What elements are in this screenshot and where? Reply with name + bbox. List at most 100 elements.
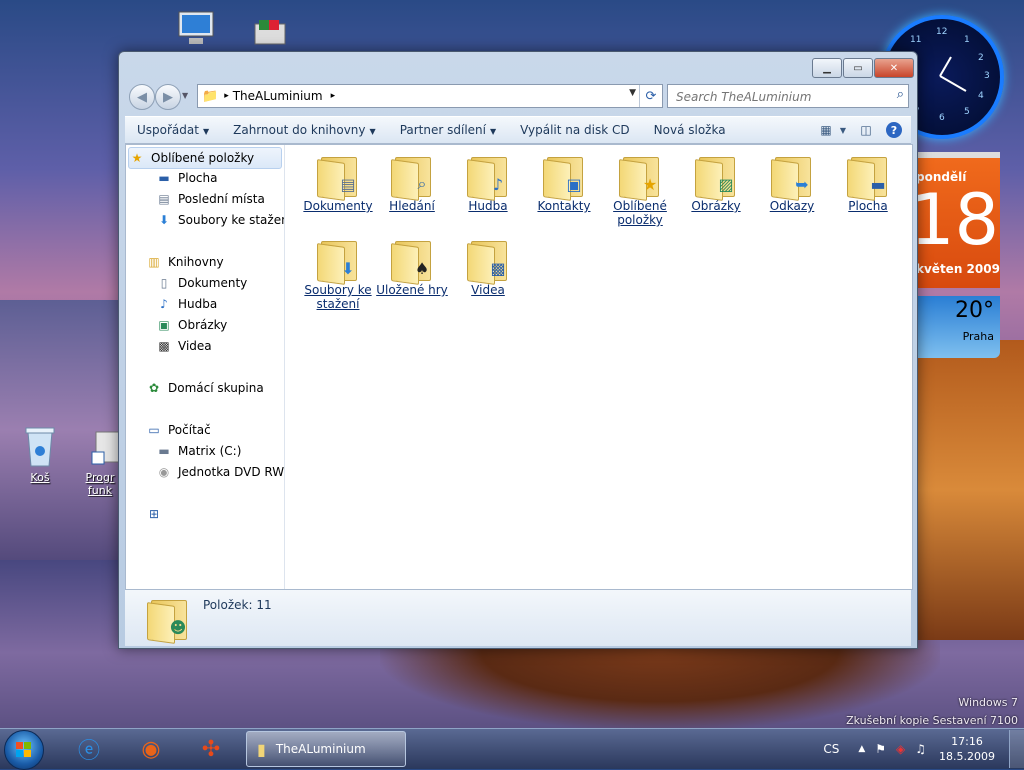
nav-label: Dokumenty — [178, 276, 248, 290]
folder-icon: ★ — [619, 153, 661, 201]
burn-button[interactable]: Vypálit na disk CD — [508, 123, 642, 137]
nav-downloads[interactable]: ⬇ Soubory ke stažení — [156, 210, 285, 230]
clock-number: 12 — [936, 27, 948, 37]
folder-label: Dokumenty — [303, 199, 373, 213]
address-bar[interactable]: 📁 ▸ TheALuminium ▸ ▼ ⟳ — [197, 84, 663, 108]
nav-lib-videos[interactable]: ▩ Videa — [156, 336, 212, 356]
folder-item[interactable]: ➥ Odkazy — [756, 153, 828, 213]
include-library-button[interactable]: Zahrnout do knihovny ▼ — [221, 123, 388, 137]
tray-clock[interactable]: 17:16 18.5.2009 — [939, 734, 995, 764]
forward-button[interactable]: ▶ — [155, 84, 181, 110]
folder-item[interactable]: ▬ Plocha — [832, 153, 904, 213]
view-dropdown-button[interactable]: ▼ — [837, 120, 849, 140]
folder-user-icon: ☻ — [147, 596, 189, 644]
minimize-button[interactable]: ▁ — [812, 58, 842, 78]
breadcrumb-current[interactable]: TheALuminium — [233, 89, 323, 103]
recent-pages-dropdown[interactable]: ▼ — [182, 91, 188, 100]
chevron-down-icon: ▼ — [369, 127, 376, 136]
nav-label: Hudba — [178, 297, 218, 311]
folder-icon: ▣ — [543, 153, 585, 201]
close-button[interactable]: ✕ — [874, 58, 914, 78]
search-icon[interactable]: ⌕ — [897, 87, 904, 102]
desktop-computer-icon[interactable] — [166, 10, 226, 51]
volume-icon[interactable]: ♫ — [915, 742, 926, 756]
folder-item[interactable]: ⬇ Soubory ke stažení — [302, 237, 374, 311]
folder-item[interactable]: ▤ Dokumenty — [302, 153, 374, 213]
folder-item[interactable]: ▨ Obrázky — [680, 153, 752, 213]
address-dropdown-icon[interactable]: ▼ — [629, 88, 636, 98]
refresh-button[interactable]: ⟳ — [639, 85, 662, 107]
folder-icon: ▬ — [847, 153, 889, 201]
nav-label: Soubory ke stažení — [178, 213, 285, 227]
clock-number: 11 — [910, 35, 922, 45]
weather-gadget[interactable]: 20° Praha — [916, 296, 1000, 358]
navigation-pane: ★ Oblíbené položky ▬ Plocha ▤ Poslední míst… — [126, 145, 285, 589]
refresh-icon: ⟳ — [645, 88, 657, 104]
nav-lib-pictures[interactable]: ▣ Obrázky — [156, 315, 227, 335]
breadcrumb-chevron-icon[interactable]: ▸ — [331, 91, 336, 101]
wallpaper-cliff — [900, 340, 1024, 640]
folder-item[interactable]: ♠ Uložené hry — [376, 237, 448, 297]
action-center-icon[interactable]: ⚑ — [875, 742, 886, 756]
nav-libraries[interactable]: ▥ Knihovny — [146, 252, 223, 272]
start-button[interactable] — [4, 730, 44, 770]
show-hidden-icons-button[interactable]: ▲ — [858, 744, 865, 754]
task-explorer-button[interactable]: ▮ TheALuminium — [246, 731, 406, 767]
desktop-network-icon[interactable] — [240, 18, 300, 53]
chevron-down-icon: ▼ — [489, 127, 497, 136]
app-button[interactable]: ✣ — [186, 732, 236, 766]
nav-desktop[interactable]: ▬ Plocha — [156, 168, 217, 188]
new-folder-button[interactable]: Nová složka — [642, 123, 738, 137]
nav-network[interactable]: ⊞ — [146, 504, 168, 524]
nav-computer[interactable]: ▭ Počítač — [146, 420, 211, 440]
antivirus-icon[interactable]: ◈ — [896, 742, 905, 756]
nav-label: Jednotka DVD RW (D — [178, 465, 285, 479]
folder-label: Kontakty — [537, 199, 591, 213]
nav-drive-c[interactable]: ▬ Matrix (C:) — [156, 441, 241, 461]
nav-lib-documents[interactable]: ▯ Dokumenty — [156, 273, 248, 293]
firefox-button[interactable]: ◉ — [126, 732, 176, 766]
app-icon: ✣ — [201, 736, 221, 762]
change-view-button[interactable]: ▦ — [815, 120, 837, 140]
nav-homegroup[interactable]: ✿ Domácí skupina — [146, 378, 264, 398]
back-button[interactable]: ◀ — [129, 84, 155, 110]
search-box[interactable]: ⌕ — [667, 84, 909, 108]
calendar-month: květen 2009 — [916, 262, 1000, 276]
nav-label: Počítač — [168, 423, 211, 437]
folder-item[interactable]: ▣ Kontakty — [528, 153, 600, 213]
share-button[interactable]: Partner sdílení ▼ — [388, 123, 508, 137]
folder-item[interactable]: ▩ Videa — [452, 237, 524, 297]
folder-user-icon: 📁 — [202, 88, 219, 104]
organize-button[interactable]: Uspořádat ▼ — [125, 123, 221, 137]
music-note-icon: ♪ — [160, 297, 168, 311]
folder-icon: ▨ — [695, 153, 737, 201]
star-icon: ★ — [131, 151, 143, 165]
show-desktop-button[interactable] — [1009, 730, 1024, 768]
nav-favorites[interactable]: ★ Oblíbené položky — [128, 147, 282, 169]
folder-item[interactable]: ⌕ Hledání — [376, 153, 448, 213]
folder-item[interactable]: ♪ Hudba — [452, 153, 524, 213]
watermark-line1: Windows 7 — [958, 696, 1018, 709]
search-input[interactable] — [674, 87, 888, 107]
nav-label: Matrix (C:) — [178, 444, 242, 458]
preview-pane-button[interactable]: ◫ — [855, 120, 877, 140]
nav-lib-music[interactable]: ♪ Hudba — [156, 294, 217, 314]
view-grid-icon: ▦ — [820, 123, 832, 137]
clock-number: 6 — [939, 113, 945, 123]
calendar-gadget[interactable]: pondělí 18 květen 2009 — [910, 152, 1000, 288]
language-indicator[interactable]: CS — [823, 742, 839, 756]
explorer-window[interactable]: ▁ ▭ ✕ ◀ ▶ ▼ 📁 ▸ TheALuminium ▸ ▼ ⟳ ⌕ Usp… — [118, 51, 918, 649]
folder-label: Oblíbené položky — [613, 199, 667, 227]
music-note-icon: ♪ — [492, 174, 504, 194]
maximize-button[interactable]: ▭ — [843, 58, 873, 78]
help-button[interactable]: ? — [883, 120, 905, 140]
internet-explorer-button[interactable]: ⓔ — [64, 732, 114, 766]
nav-recent[interactable]: ▤ Poslední místa — [156, 189, 265, 209]
folder-item[interactable]: ★ Oblíbené položky — [604, 153, 676, 227]
nav-dvd-drive[interactable]: ◉ Jednotka DVD RW (D — [156, 462, 285, 482]
folder-icon: ⬇ — [317, 237, 359, 285]
clock-hour-hand — [939, 56, 952, 77]
nav-label: Videa — [178, 339, 212, 353]
clock-number: 3 — [984, 71, 990, 81]
recycle-bin-desktop-icon[interactable]: Koš — [10, 424, 70, 484]
